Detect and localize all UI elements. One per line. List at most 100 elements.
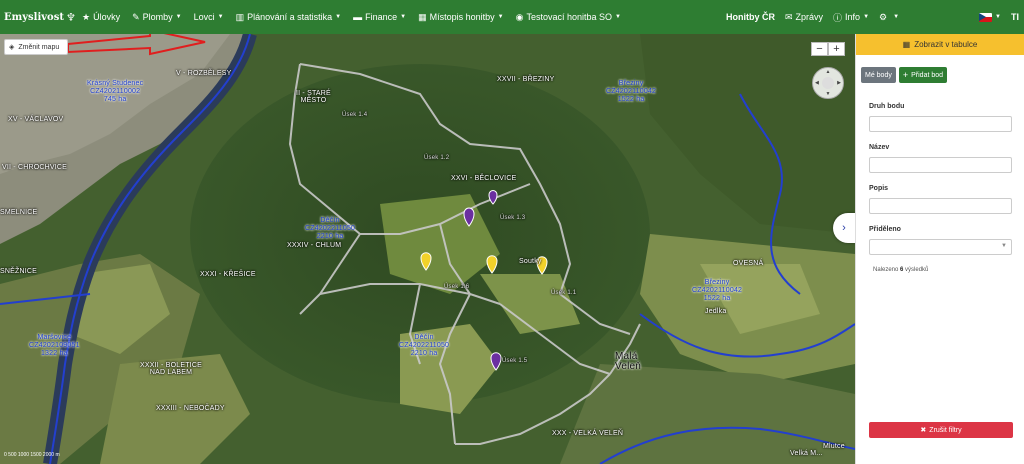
map-label-nebocady: XXXIII - NEBOČADY <box>156 405 225 412</box>
map-label-usek-1-1: Úsek 1.1 <box>551 290 577 296</box>
map-label-usek-1-6: Úsek 1.6 <box>444 284 470 290</box>
arrow-up-icon: ▲ <box>825 69 831 75</box>
nav-zpravy[interactable]: ✉ Zprávy <box>780 0 828 34</box>
table-icon: ▦ <box>902 40 911 49</box>
map-label-kresice: XXXI - KŘEŠICE <box>200 271 256 278</box>
nav-ulovky-label: Úlovky <box>93 12 121 22</box>
map-label-decin-2: Děčín CZ4202211050 2210 ha <box>399 334 450 357</box>
expand-panel-button[interactable]: › <box>833 213 855 243</box>
map-label-vaclavov: XV - VÁCLAVOV <box>8 116 64 123</box>
map-label-jedlka: Jedlka <box>705 308 727 315</box>
language-switch[interactable]: ▼ <box>974 0 1006 34</box>
map-label-sneznice: SNĚŽNICE <box>0 268 37 275</box>
chevron-right-icon: › <box>842 222 846 234</box>
map-label-usek-1-2: Úsek 1.2 <box>424 155 450 161</box>
nav-planovani[interactable]: ▥ Plánování a statistika ▼ <box>230 0 348 34</box>
map-scale: 0 500 1000 1500 2000 m <box>4 452 60 458</box>
main-nav: ★ Úlovky ✎ Plomby ▼ Lovci ▼ ▥ Plánování a sta… <box>76 0 721 34</box>
prideleno-select[interactable]: ▼ <box>869 239 1012 255</box>
prideleno-label: Přiděleno <box>869 226 901 233</box>
nav-info-label: Info <box>845 12 861 22</box>
compass-control[interactable]: ▲ ▼ ◀ ▶ <box>812 67 844 99</box>
right-nav: Honitby ČR ✉ Zprávy ⓘ Info ▼ ⚙ ▼ ▼ TI <box>721 0 1024 34</box>
arrow-left-icon: ◀ <box>815 80 819 86</box>
caret-down-icon: ▼ <box>615 14 621 20</box>
layers-icon: ◈ <box>9 44 15 51</box>
map-label-beclovice: XXVI - BĚCLOVICE <box>451 175 517 182</box>
nav-mistopis-label: Místopis honitby <box>429 12 495 22</box>
nav-honitby-cr[interactable]: Honitby ČR <box>721 0 780 34</box>
nav-plomby[interactable]: ✎ Plomby ▼ <box>126 0 188 34</box>
nav-testovaci-honitba[interactable]: ◉ Testovací honitba SO ▼ <box>510 0 627 34</box>
nav-plomby-label: Plomby <box>142 12 173 22</box>
nav-honitby-label: Honitby ČR <box>725 12 775 22</box>
results-number: 6 <box>900 267 904 273</box>
popis-input[interactable] <box>869 198 1012 214</box>
nav-ulovky[interactable]: ★ Úlovky <box>76 0 126 34</box>
caret-down-icon: ▼ <box>175 14 182 20</box>
nav-planovani-label: Plánování a statistika <box>247 12 333 22</box>
map-label-boletice: XXXII - BOLETICE NAD LABEM <box>140 362 202 376</box>
my-points-button[interactable]: Mé body <box>861 67 896 83</box>
caret-down-icon: ▼ <box>995 14 1001 20</box>
map-label-krasny-studenec: Krásný Studenec CZ4202110002 745 ha <box>87 80 144 103</box>
chat-icon: ✉ <box>784 11 793 22</box>
map-label-mlutce: Mlutce <box>823 443 845 450</box>
zoom-in-button[interactable]: + <box>828 42 845 56</box>
czech-flag-icon <box>979 12 993 22</box>
clear-filters-button[interactable]: ✖ Zrušit filtry <box>869 422 1013 438</box>
plus-icon: + <box>902 70 909 80</box>
add-point-button[interactable]: + Přidat bod <box>898 67 948 83</box>
map-label-rozbelesy: V - ROZBĚLESY <box>176 70 232 77</box>
star-icon: ★ <box>82 11 91 22</box>
chevron-down-icon: ▼ <box>1001 243 1007 249</box>
panel-actions: Mé body + Přidat bod <box>861 67 1024 83</box>
nav-settings[interactable]: ⚙ ▼ <box>874 0 904 34</box>
caret-down-icon: ▼ <box>893 14 900 20</box>
nav-finance[interactable]: ▬ Finance ▼ <box>347 0 412 34</box>
nav-lovci-label: Lovci <box>193 12 215 22</box>
druh-bodu-input[interactable] <box>869 116 1012 132</box>
brand-logo[interactable]: Emyslivost ♆ <box>0 11 76 24</box>
map-view[interactable]: ◈ Změnit mapu − + ▲ ▼ ◀ ▶ › V - ROZBĚLESY… <box>0 34 855 464</box>
nav-finance-label: Finance <box>365 12 398 22</box>
top-navbar: Emyslivost ♆ ★ Úlovky ✎ Plomby ▼ Lovci ▼ ▥ Pl… <box>0 0 1024 34</box>
nazev-input[interactable] <box>869 157 1012 173</box>
caret-down-icon: ▼ <box>497 14 504 20</box>
popis-label: Popis <box>869 185 889 192</box>
change-map-label: Změnit mapu <box>18 43 60 51</box>
nav-lovci[interactable]: Lovci ▼ <box>188 0 230 34</box>
globe-icon: ◉ <box>515 11 524 22</box>
map-label-velka-velen: XXX - VELKÁ VELEŇ <box>552 430 624 437</box>
map-label-chrochvice: VII - CHROCHVICE <box>2 164 68 171</box>
nav-info[interactable]: ⓘ Info ▼ <box>828 0 874 34</box>
clear-filters-label: Zrušit filtry <box>929 426 962 434</box>
results-suffix: výsledků <box>905 267 929 273</box>
map-icon: ▦ <box>418 11 427 22</box>
show-in-table-label: Zobrazit v tabulce <box>914 40 978 49</box>
nav-testovaci-label: Testovací honitba SO <box>526 12 613 22</box>
map-label-ovesna: OVESNÁ <box>733 260 764 267</box>
zoom-controls: − + <box>811 42 845 56</box>
add-point-label: Přidat bod <box>911 71 944 79</box>
caret-down-icon: ▼ <box>863 14 870 20</box>
change-map-button[interactable]: ◈ Změnit mapu <box>4 39 68 55</box>
text-size-toggle[interactable]: TI <box>1006 0 1024 34</box>
results-prefix: Nalezeno <box>873 267 899 273</box>
map-label-decin-1: Děčín CZ4202211050 2210 ha <box>305 217 356 240</box>
arrow-right-icon: ▶ <box>837 80 841 86</box>
nav-mistopis[interactable]: ▦ Místopis honitby ▼ <box>412 0 510 34</box>
map-label-breziny-area-2: Březiny CZ4202110042 1522 ha <box>692 279 743 302</box>
brand-name: Emyslivost <box>4 11 64 23</box>
map-label-usek-1-3: Úsek 1.3 <box>500 215 526 221</box>
map-label-breziny: XXVII - BŘEZINY <box>497 76 555 83</box>
map-label-marsovice: Maršovice CZ4202109051 1322 ha <box>29 334 80 357</box>
show-in-table-button[interactable]: ▦ Zobrazit v tabulce <box>856 34 1024 55</box>
caret-down-icon: ▼ <box>335 14 342 20</box>
arrow-down-icon: ▼ <box>825 91 831 97</box>
map-label-velka-mrackova: Velká M... <box>790 450 823 457</box>
map-label-smelnice: SMELNICE <box>0 209 38 216</box>
close-icon: ✖ <box>920 427 927 434</box>
zoom-out-button[interactable]: − <box>811 42 828 56</box>
